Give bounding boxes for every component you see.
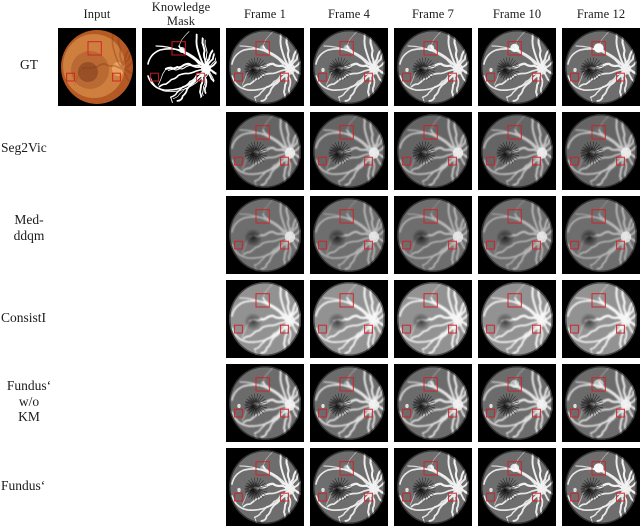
panel-gt-frame-10 [478, 28, 556, 106]
panel-gt-frame-7 [394, 28, 472, 106]
panel-gt-knowledge-mask [142, 28, 220, 106]
panel-consistid-frame-7 [394, 280, 472, 358]
panel-fundus-frame-12 [562, 448, 640, 526]
panel-fundus-frame-10 [478, 448, 556, 526]
panel-gt-frame-1 [226, 28, 304, 106]
panel-medddqm-frame-7 [394, 196, 472, 274]
panel-consistid-frame-10 [478, 280, 556, 358]
panel-fundus-wo-km-frame-1 [226, 364, 304, 442]
panel-medddqm-frame-4 [310, 196, 388, 274]
panel-gt-frame-4 [310, 28, 388, 106]
panel-seg2vid-frame-7 [394, 112, 472, 190]
panel-medddqm-frame-12 [562, 196, 640, 274]
panel-seg2vid-frame-12 [562, 112, 640, 190]
panel-fundus-frame-7 [394, 448, 472, 526]
panel-gt-input [58, 28, 136, 106]
panel-seg2vid-frame-10 [478, 112, 556, 190]
panel-consistid-frame-1 [226, 280, 304, 358]
panel-fundus-wo-km-frame-7 [394, 364, 472, 442]
panel-fundus-wo-km-frame-10 [478, 364, 556, 442]
comparison-figure: Input Knowledge Mask Frame 1 Frame 4 Frame 7… [0, 0, 640, 532]
image-grid [0, 0, 640, 532]
panel-seg2vid-frame-4 [310, 112, 388, 190]
panel-fundus-wo-km-frame-12 [562, 364, 640, 442]
panel-medddqm-frame-1 [226, 196, 304, 274]
panel-fundus-frame-1 [226, 448, 304, 526]
panel-gt-frame-12 [562, 28, 640, 106]
panel-seg2vid-frame-1 [226, 112, 304, 190]
panel-consistid-frame-12 [562, 280, 640, 358]
panel-fundus-frame-4 [310, 448, 388, 526]
panel-consistid-frame-4 [310, 280, 388, 358]
panel-fundus-wo-km-frame-4 [310, 364, 388, 442]
panel-medddqm-frame-10 [478, 196, 556, 274]
